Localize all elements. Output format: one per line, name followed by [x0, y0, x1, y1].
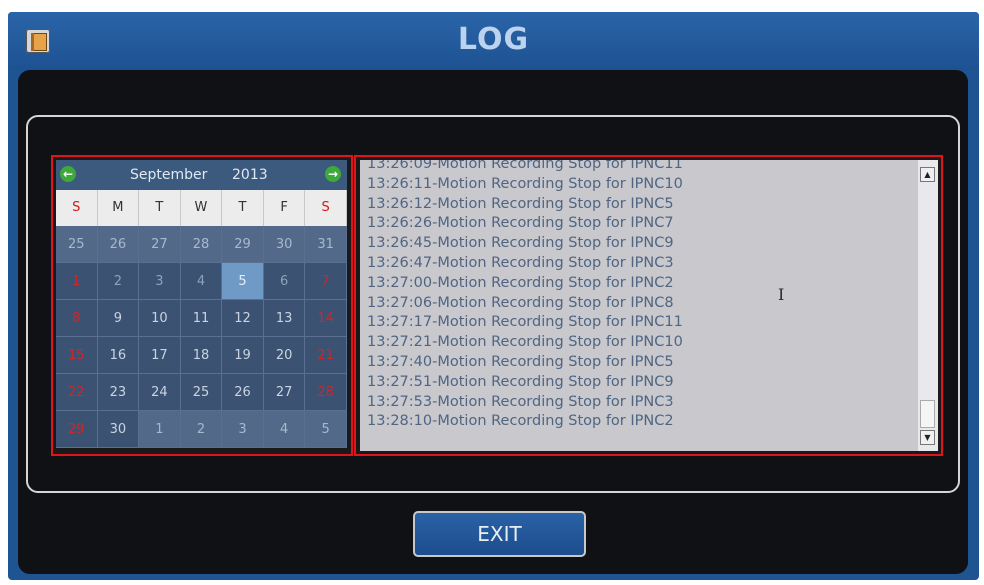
- calendar-day[interactable]: 26: [222, 374, 264, 411]
- calendar: ← September 2013 → S M T W T F S 25 26 27 28 29 30 31…: [51, 155, 353, 456]
- calendar-day[interactable]: 28: [305, 374, 347, 411]
- calendar-day[interactable]: 30: [263, 226, 306, 263]
- calendar-day[interactable]: 12: [222, 300, 264, 337]
- log-entry[interactable]: 13:27:53-Motion Recording Stop for IPNC3: [367, 393, 683, 413]
- log-scrollbar[interactable]: ▲ ▼: [918, 160, 938, 451]
- log-list[interactable]: 13:26:09-Motion Recording Stop for IPNC1…: [354, 155, 943, 456]
- calendar-month[interactable]: September: [130, 167, 207, 183]
- calendar-day[interactable]: 3: [139, 263, 181, 300]
- calendar-day[interactable]: 22: [56, 374, 98, 411]
- calendar-day[interactable]: 7: [305, 263, 347, 300]
- scroll-thumb[interactable]: [920, 400, 935, 428]
- calendar-day[interactable]: 15: [56, 337, 98, 374]
- calendar-day[interactable]: 9: [97, 300, 140, 337]
- log-entry[interactable]: 13:27:21-Motion Recording Stop for IPNC1…: [367, 333, 683, 353]
- calendar-day[interactable]: 28: [180, 226, 223, 263]
- calendar-day[interactable]: 30: [97, 411, 140, 448]
- calendar-day[interactable]: 29: [56, 411, 98, 448]
- calendar-day[interactable]: 13: [263, 300, 306, 337]
- calendar-day[interactable]: 11: [180, 300, 223, 337]
- log-entry[interactable]: 13:26:12-Motion Recording Stop for IPNC5: [367, 195, 683, 215]
- calendar-day[interactable]: 23: [97, 374, 140, 411]
- calendar-year[interactable]: 2013: [232, 167, 268, 183]
- log-entry[interactable]: 13:27:06-Motion Recording Stop for IPNC8: [367, 294, 683, 314]
- weekday-header: F: [263, 190, 306, 226]
- calendar-day[interactable]: 16: [97, 337, 140, 374]
- calendar-day[interactable]: 19: [222, 337, 264, 374]
- log-entry[interactable]: 13:28:10-Motion Recording Stop for IPNC2: [367, 412, 683, 432]
- log-entry[interactable]: 13:26:45-Motion Recording Stop for IPNC9: [367, 234, 683, 254]
- calendar-day[interactable]: 20: [263, 337, 306, 374]
- scroll-up-icon[interactable]: ▲: [920, 167, 935, 182]
- calendar-day[interactable]: 17: [139, 337, 181, 374]
- text-cursor-icon: I: [778, 285, 785, 304]
- calendar-day[interactable]: 5: [305, 411, 347, 448]
- weekday-header: W: [180, 190, 223, 226]
- calendar-day[interactable]: 27: [139, 226, 181, 263]
- log-entry[interactable]: 13:26:09-Motion Recording Stop for IPNC1…: [367, 160, 683, 175]
- calendar-header: ← September 2013 →: [56, 160, 347, 190]
- weekday-header: T: [222, 190, 264, 226]
- calendar-day[interactable]: 25: [56, 226, 98, 263]
- log-entry[interactable]: 13:26:11-Motion Recording Stop for IPNC1…: [367, 175, 683, 195]
- calendar-day[interactable]: 18: [180, 337, 223, 374]
- weekday-header: M: [97, 190, 140, 226]
- arrow-left-icon[interactable]: ←: [60, 166, 76, 182]
- weekday-header: S: [305, 190, 347, 226]
- calendar-day[interactable]: 4: [263, 411, 306, 448]
- log-entry[interactable]: 13:27:40-Motion Recording Stop for IPNC5: [367, 353, 683, 373]
- log-entry[interactable]: 13:27:00-Motion Recording Stop for IPNC2: [367, 274, 683, 294]
- calendar-day[interactable]: 25: [180, 374, 223, 411]
- calendar-day[interactable]: 1: [139, 411, 181, 448]
- scroll-down-icon[interactable]: ▼: [920, 430, 935, 445]
- calendar-day[interactable]: 29: [222, 226, 264, 263]
- calendar-day[interactable]: 6: [263, 263, 306, 300]
- log-entry[interactable]: 13:26:26-Motion Recording Stop for IPNC7: [367, 214, 683, 234]
- calendar-day[interactable]: 8: [56, 300, 98, 337]
- weekday-header: T: [139, 190, 181, 226]
- calendar-day[interactable]: 26: [97, 226, 140, 263]
- window-title: LOG: [457, 22, 530, 57]
- calendar-day[interactable]: 2: [180, 411, 223, 448]
- calendar-day[interactable]: 27: [263, 374, 306, 411]
- calendar-day[interactable]: 24: [139, 374, 181, 411]
- exit-button[interactable]: EXIT: [413, 511, 586, 557]
- weekday-header: S: [56, 190, 98, 226]
- log-entries: 13:26:09-Motion Recording Stop for IPNC1…: [367, 160, 683, 432]
- log-entry[interactable]: 13:26:47-Motion Recording Stop for IPNC3: [367, 254, 683, 274]
- calendar-grid: S M T W T F S 25 26 27 28 29 30 31 1 2 3 4 5 6 7 8 9 10 11 12 13 14…: [56, 190, 347, 448]
- calendar-day[interactable]: 5: [222, 263, 264, 300]
- calendar-day[interactable]: 1: [56, 263, 98, 300]
- arrow-right-icon[interactable]: →: [325, 166, 341, 182]
- calendar-day[interactable]: 10: [139, 300, 181, 337]
- calendar-day[interactable]: 4: [180, 263, 223, 300]
- calendar-day[interactable]: 14: [305, 300, 347, 337]
- calendar-day[interactable]: 21: [305, 337, 347, 374]
- calendar-day[interactable]: 31: [305, 226, 347, 263]
- log-entry[interactable]: 13:27:17-Motion Recording Stop for IPNC1…: [367, 313, 683, 333]
- log-entry[interactable]: 13:27:51-Motion Recording Stop for IPNC9: [367, 373, 683, 393]
- calendar-day[interactable]: 2: [97, 263, 140, 300]
- calendar-day[interactable]: 3: [222, 411, 264, 448]
- title-bar: LOG: [8, 12, 979, 70]
